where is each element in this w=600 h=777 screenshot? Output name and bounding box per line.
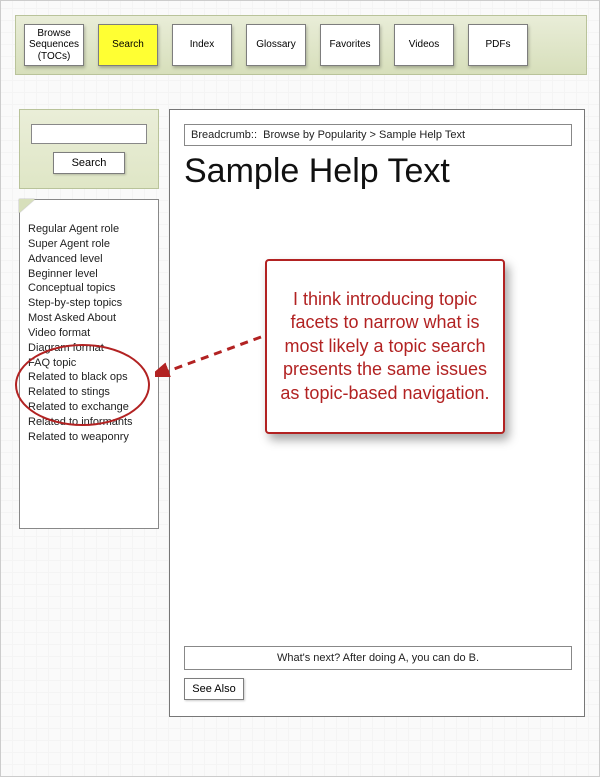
facet-item[interactable]: Related to exchange [28, 400, 150, 415]
facet-item[interactable]: Video format [28, 326, 150, 341]
facet-item[interactable]: Conceptual topics [28, 281, 150, 296]
tab-index[interactable]: Index [172, 24, 232, 66]
facet-item[interactable]: Related to weaponry [28, 430, 150, 445]
facet-item[interactable]: Most Asked About [28, 311, 150, 326]
facet-item[interactable]: Super Agent role [28, 237, 150, 252]
tab-favorites[interactable]: Favorites [320, 24, 380, 66]
search-input[interactable] [31, 124, 147, 144]
facet-item[interactable]: Diagram format [28, 341, 150, 356]
panel-tab-icon [19, 199, 35, 213]
facet-item[interactable]: Beginner level [28, 267, 150, 282]
search-button[interactable]: Search [53, 152, 125, 174]
see-also-button[interactable]: See Also [184, 678, 244, 700]
tab-glossary[interactable]: Glossary [246, 24, 306, 66]
breadcrumb-prefix: Breadcrumb:: [191, 129, 257, 141]
tab-browse-sequences[interactable]: Browse Sequences (TOCs) [24, 24, 84, 66]
tab-search[interactable]: Search [98, 24, 158, 66]
facet-item[interactable]: Regular Agent role [28, 222, 150, 237]
facet-item[interactable]: Step-by-step topics [28, 296, 150, 311]
tab-videos[interactable]: Videos [394, 24, 454, 66]
breadcrumb[interactable]: Breadcrumb:: Browse by Popularity > Samp… [184, 124, 572, 146]
page-title: Sample Help Text [184, 152, 570, 191]
facet-panel: Regular Agent role Super Agent role Adva… [19, 199, 159, 529]
top-tab-bar: Browse Sequences (TOCs) Search Index Glo… [15, 15, 587, 75]
tab-pdfs[interactable]: PDFs [468, 24, 528, 66]
facet-item[interactable]: Related to black ops [28, 370, 150, 385]
facet-list: Regular Agent role Super Agent role Adva… [20, 200, 158, 453]
facet-item[interactable]: FAQ topic [28, 356, 150, 371]
facet-item[interactable]: Related to informants [28, 415, 150, 430]
whats-next-bar: What's next? After doing A, you can do B… [184, 646, 572, 670]
annotation-callout: I think introducing topic facets to narr… [265, 259, 505, 434]
breadcrumb-path: Browse by Popularity > Sample Help Text [263, 129, 465, 141]
facet-item[interactable]: Related to stings [28, 385, 150, 400]
search-widget: Search [19, 109, 159, 189]
sidebar: Search Regular Agent role Super Agent ro… [19, 109, 159, 709]
facet-item[interactable]: Advanced level [28, 252, 150, 267]
